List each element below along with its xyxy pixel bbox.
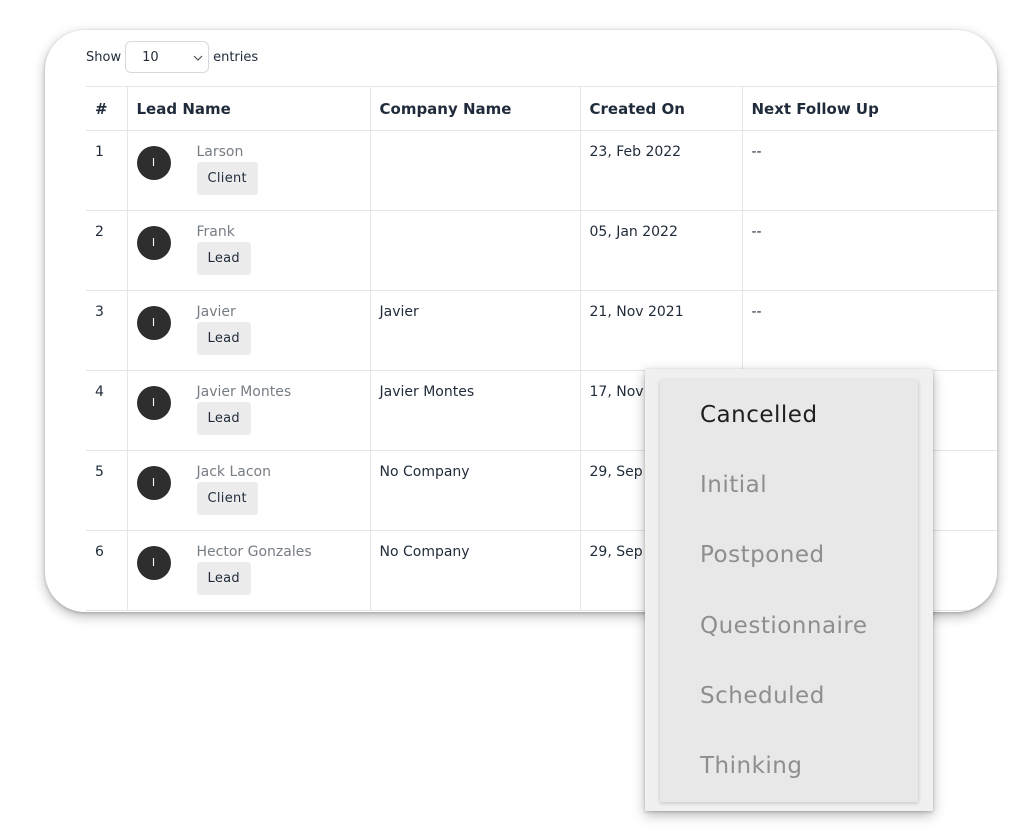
lead-name[interactable]: Frank bbox=[197, 224, 370, 240]
show-label: Show bbox=[86, 49, 122, 65]
lead-type-badge: Lead bbox=[196, 402, 251, 435]
status-option-questionnaire[interactable]: Questionnaire bbox=[700, 613, 868, 639]
status-option-scheduled[interactable]: Scheduled bbox=[700, 683, 825, 709]
company-name: No Company bbox=[370, 530, 581, 611]
lead-name-cell: I Javier Lead bbox=[127, 290, 371, 371]
column-header-number[interactable]: # bbox=[86, 86, 128, 131]
company-name: Javier Montes bbox=[370, 370, 581, 451]
table-row: 3 I Javier Lead Javier 21, Nov 2021 -- bbox=[86, 290, 997, 371]
status-option-thinking[interactable]: Thinking bbox=[700, 753, 802, 779]
lead-name[interactable]: Jack Lacon bbox=[197, 464, 370, 480]
company-name bbox=[370, 130, 581, 211]
row-number: 5 bbox=[86, 450, 128, 531]
status-dropdown-list: Cancelled Initial Postponed Questionnair… bbox=[660, 380, 918, 802]
lead-type-badge: Lead bbox=[196, 242, 251, 275]
company-name: No Company bbox=[370, 450, 581, 531]
created-on: 21, Nov 2021 bbox=[580, 290, 743, 371]
row-number: 6 bbox=[86, 530, 128, 611]
column-header-next-follow-up[interactable]: Next Follow Up bbox=[742, 86, 997, 131]
lead-name-cell: I Frank Lead bbox=[127, 210, 371, 291]
avatar: I bbox=[136, 146, 171, 180]
lead-name-cell: I Hector Gonzales Lead bbox=[127, 530, 371, 611]
entries-select[interactable]: 10 bbox=[125, 41, 210, 73]
lead-name-cell: I Javier Montes Lead bbox=[127, 370, 371, 451]
created-on: 23, Feb 2022 bbox=[580, 130, 743, 211]
column-header-lead-name[interactable]: Lead Name bbox=[127, 86, 371, 131]
next-follow-up: -- bbox=[742, 210, 997, 291]
avatar: I bbox=[136, 466, 171, 500]
avatar: I bbox=[136, 546, 171, 580]
status-option-initial[interactable]: Initial bbox=[700, 472, 767, 498]
lead-type-badge: Client bbox=[196, 162, 258, 195]
row-number: 4 bbox=[86, 370, 128, 451]
status-option-postponed[interactable]: Postponed bbox=[700, 542, 825, 568]
status-dropdown: Cancelled Initial Postponed Questionnair… bbox=[645, 369, 933, 811]
lead-type-badge: Lead bbox=[196, 322, 251, 355]
table-header-row: # Lead Name Company Name Created On Next… bbox=[86, 86, 997, 131]
created-on: 05, Jan 2022 bbox=[580, 210, 743, 291]
lead-name-cell: I Jack Lacon Client bbox=[127, 450, 371, 531]
lead-name[interactable]: Hector Gonzales bbox=[197, 544, 370, 560]
entries-select-value: 10 bbox=[142, 50, 159, 65]
lead-name[interactable]: Javier bbox=[197, 304, 370, 320]
avatar: I bbox=[136, 306, 171, 340]
next-follow-up: -- bbox=[742, 130, 997, 211]
lead-type-badge: Client bbox=[196, 482, 258, 515]
status-option-cancelled[interactable]: Cancelled bbox=[700, 402, 818, 428]
avatar: I bbox=[136, 386, 171, 420]
company-name: Javier bbox=[370, 290, 581, 371]
next-follow-up: -- bbox=[742, 290, 997, 371]
row-number: 2 bbox=[86, 210, 128, 291]
avatar: I bbox=[136, 226, 171, 260]
table-row: 2 I Frank Lead 05, Jan 2022 -- bbox=[86, 210, 997, 291]
row-number: 1 bbox=[86, 130, 128, 211]
length-menu: Show 10 entries bbox=[86, 40, 258, 74]
table-row: 1 I Larson Client 23, Feb 2022 -- bbox=[86, 130, 997, 211]
lead-name-cell: I Larson Client bbox=[127, 130, 371, 211]
column-header-created-on[interactable]: Created On bbox=[580, 86, 743, 131]
lead-type-badge: Lead bbox=[196, 562, 251, 595]
lead-name[interactable]: Javier Montes bbox=[197, 384, 370, 400]
row-number: 3 bbox=[86, 290, 128, 371]
lead-name[interactable]: Larson bbox=[197, 144, 370, 160]
entries-label: entries bbox=[213, 49, 259, 65]
company-name bbox=[370, 210, 581, 291]
column-header-company-name[interactable]: Company Name bbox=[370, 86, 581, 131]
chevron-down-icon bbox=[193, 55, 203, 61]
